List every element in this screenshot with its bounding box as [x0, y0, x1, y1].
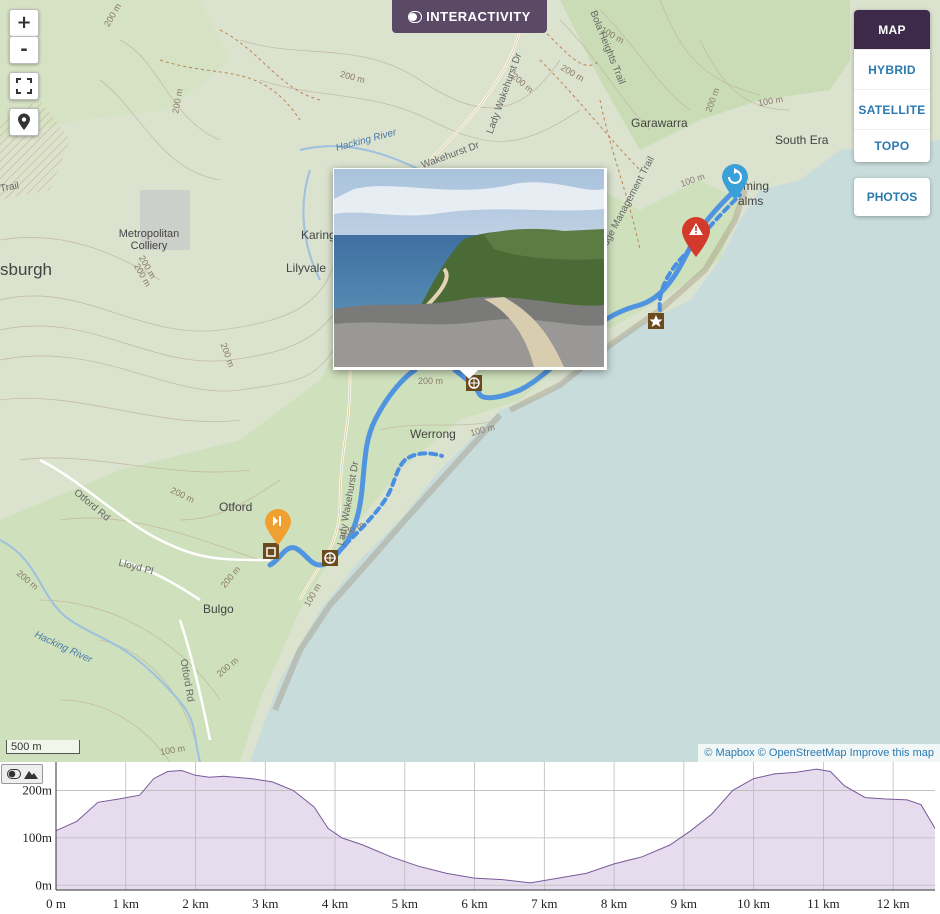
fullscreen-icon	[16, 78, 32, 94]
elevation-chart: 0 m 1 km 2 km 3 km 4 km 5 km 6 km 7 km 8 km 9 km 1…	[22, 762, 936, 911]
layer-map-button[interactable]: MAP	[854, 10, 930, 49]
mountain-icon	[23, 771, 38, 779]
town-label: sburgh	[0, 260, 52, 279]
x-tick-label: 0 m	[46, 896, 66, 910]
interactivity-toggle[interactable]: INTERACTIVITY	[392, 0, 547, 33]
place-label: Bulgo	[203, 602, 234, 616]
map-canvas[interactable]: 200 m 200 m 200 m 200 m 200 m 100 m 100 …	[0, 0, 940, 762]
x-tick-label: 3 km	[252, 896, 278, 910]
photo-image	[334, 169, 604, 367]
osm-link[interactable]: © OpenStreetMap	[758, 747, 847, 759]
popup-pointer	[459, 369, 479, 379]
x-tick-label: 6 km	[461, 896, 487, 910]
y-tick-label: 0m	[35, 877, 52, 892]
zoom-in-button[interactable]: +	[9, 9, 39, 37]
elevation-toggle-button[interactable]	[1, 764, 43, 784]
zoom-out-button[interactable]: -	[9, 36, 39, 64]
x-tick-label: 10 km	[737, 896, 770, 910]
contour-label: 200 m	[418, 376, 444, 386]
layer-hybrid-button[interactable]: HYBRID	[854, 49, 930, 89]
x-tick-label: 9 km	[671, 896, 697, 910]
x-tick-label: 5 km	[392, 896, 418, 910]
x-tick-label: 2 km	[182, 896, 208, 910]
poi-marker[interactable]	[648, 313, 664, 333]
y-tick-label: 200m	[22, 782, 52, 797]
layer-switcher: MAP HYBRID SATELLITE TOPO	[854, 10, 930, 162]
locate-button[interactable]	[9, 108, 39, 136]
place-label: Garawarra	[631, 116, 688, 130]
start-marker[interactable]	[263, 507, 293, 551]
x-tick-label: 8 km	[601, 896, 627, 910]
place-label: Metropolitan Colliery	[118, 228, 180, 252]
place-label: Karing	[301, 228, 336, 242]
x-tick-label: 1 km	[113, 896, 139, 910]
layer-satellite-button[interactable]: SATELLITE	[854, 89, 930, 129]
toggle-icon	[6, 769, 21, 779]
place-label: Otford	[219, 500, 253, 514]
x-tick-label: 12 km	[877, 896, 910, 910]
mapbox-link[interactable]: © Mapbox	[704, 747, 754, 759]
x-tick-label: 4 km	[322, 896, 348, 910]
place-label: South Era	[775, 133, 829, 147]
elevation-profile[interactable]: 0 m 1 km 2 km 3 km 4 km 5 km 6 km 7 km 8 km 9 km 1…	[0, 762, 940, 911]
place-label: Werrong	[410, 427, 456, 441]
improve-map-link[interactable]: Improve this map	[850, 747, 934, 759]
toggle-icon	[408, 10, 423, 23]
photos-button[interactable]: PHOTOS	[854, 178, 930, 216]
x-tick-label: 11 km	[807, 896, 839, 910]
interactivity-label: INTERACTIVITY	[426, 9, 531, 24]
place-label: Lilyvale	[286, 261, 327, 275]
location-pin-icon	[18, 113, 30, 130]
y-tick-label: 100m	[22, 830, 52, 845]
warning-marker[interactable]	[680, 215, 712, 263]
poi-marker[interactable]	[322, 550, 338, 570]
map-attribution: © Mapbox © OpenStreetMap Improve this ma…	[698, 744, 940, 762]
photo-popup[interactable]	[333, 168, 607, 370]
fullscreen-button[interactable]	[9, 72, 39, 100]
elevation-area	[56, 769, 935, 890]
x-tick-label: 7 km	[531, 896, 557, 910]
scale-bar: 500 m	[6, 740, 80, 754]
layer-topo-button[interactable]: TOPO	[854, 129, 930, 162]
end-marker[interactable]	[720, 162, 750, 206]
